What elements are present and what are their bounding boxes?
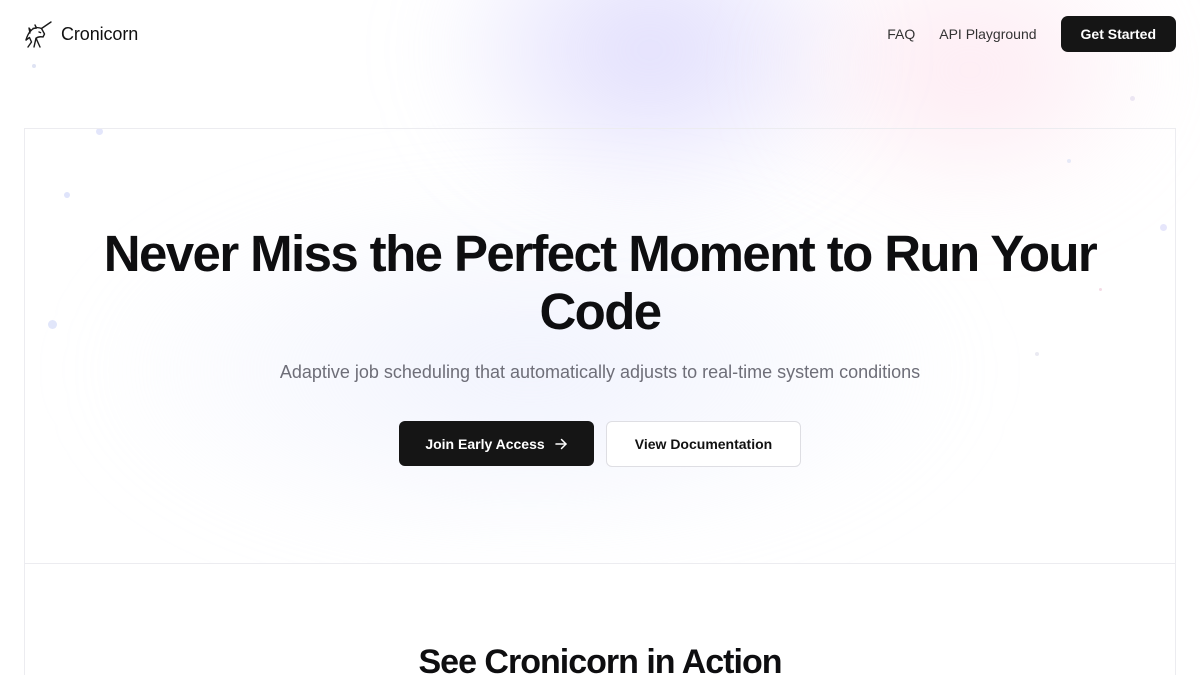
brand-name: Cronicorn <box>61 23 139 44</box>
nav-link-api-playground[interactable]: API Playground <box>927 26 1048 42</box>
demo-section-title: See Cronicorn in Action <box>418 643 782 675</box>
view-documentation-button[interactable]: View Documentation <box>606 421 801 467</box>
landing-page: Cronicorn FAQ API Playground Get Started… <box>0 0 1200 675</box>
nav-link-faq[interactable]: FAQ <box>875 26 927 42</box>
hero-subtitle: Adaptive job scheduling that automatical… <box>279 362 921 382</box>
decor-dot <box>1130 96 1135 101</box>
get-started-button[interactable]: Get Started <box>1060 16 1176 52</box>
arrow-right-icon <box>554 437 568 451</box>
join-early-access-button[interactable]: Join Early Access <box>399 421 594 466</box>
brand-link[interactable]: Cronicorn <box>24 20 138 49</box>
top-navigation: Cronicorn FAQ API Playground Get Started <box>0 0 1200 68</box>
join-early-access-label: Join Early Access <box>425 435 545 452</box>
hero-card <box>24 128 1176 564</box>
unicorn-icon <box>24 20 53 49</box>
hero-title: Never Miss the Perfect Moment to Run You… <box>103 225 1098 340</box>
main-nav: FAQ API Playground Get Started <box>875 16 1176 52</box>
hero-actions: Join Early Access View Documentation <box>0 421 1200 467</box>
